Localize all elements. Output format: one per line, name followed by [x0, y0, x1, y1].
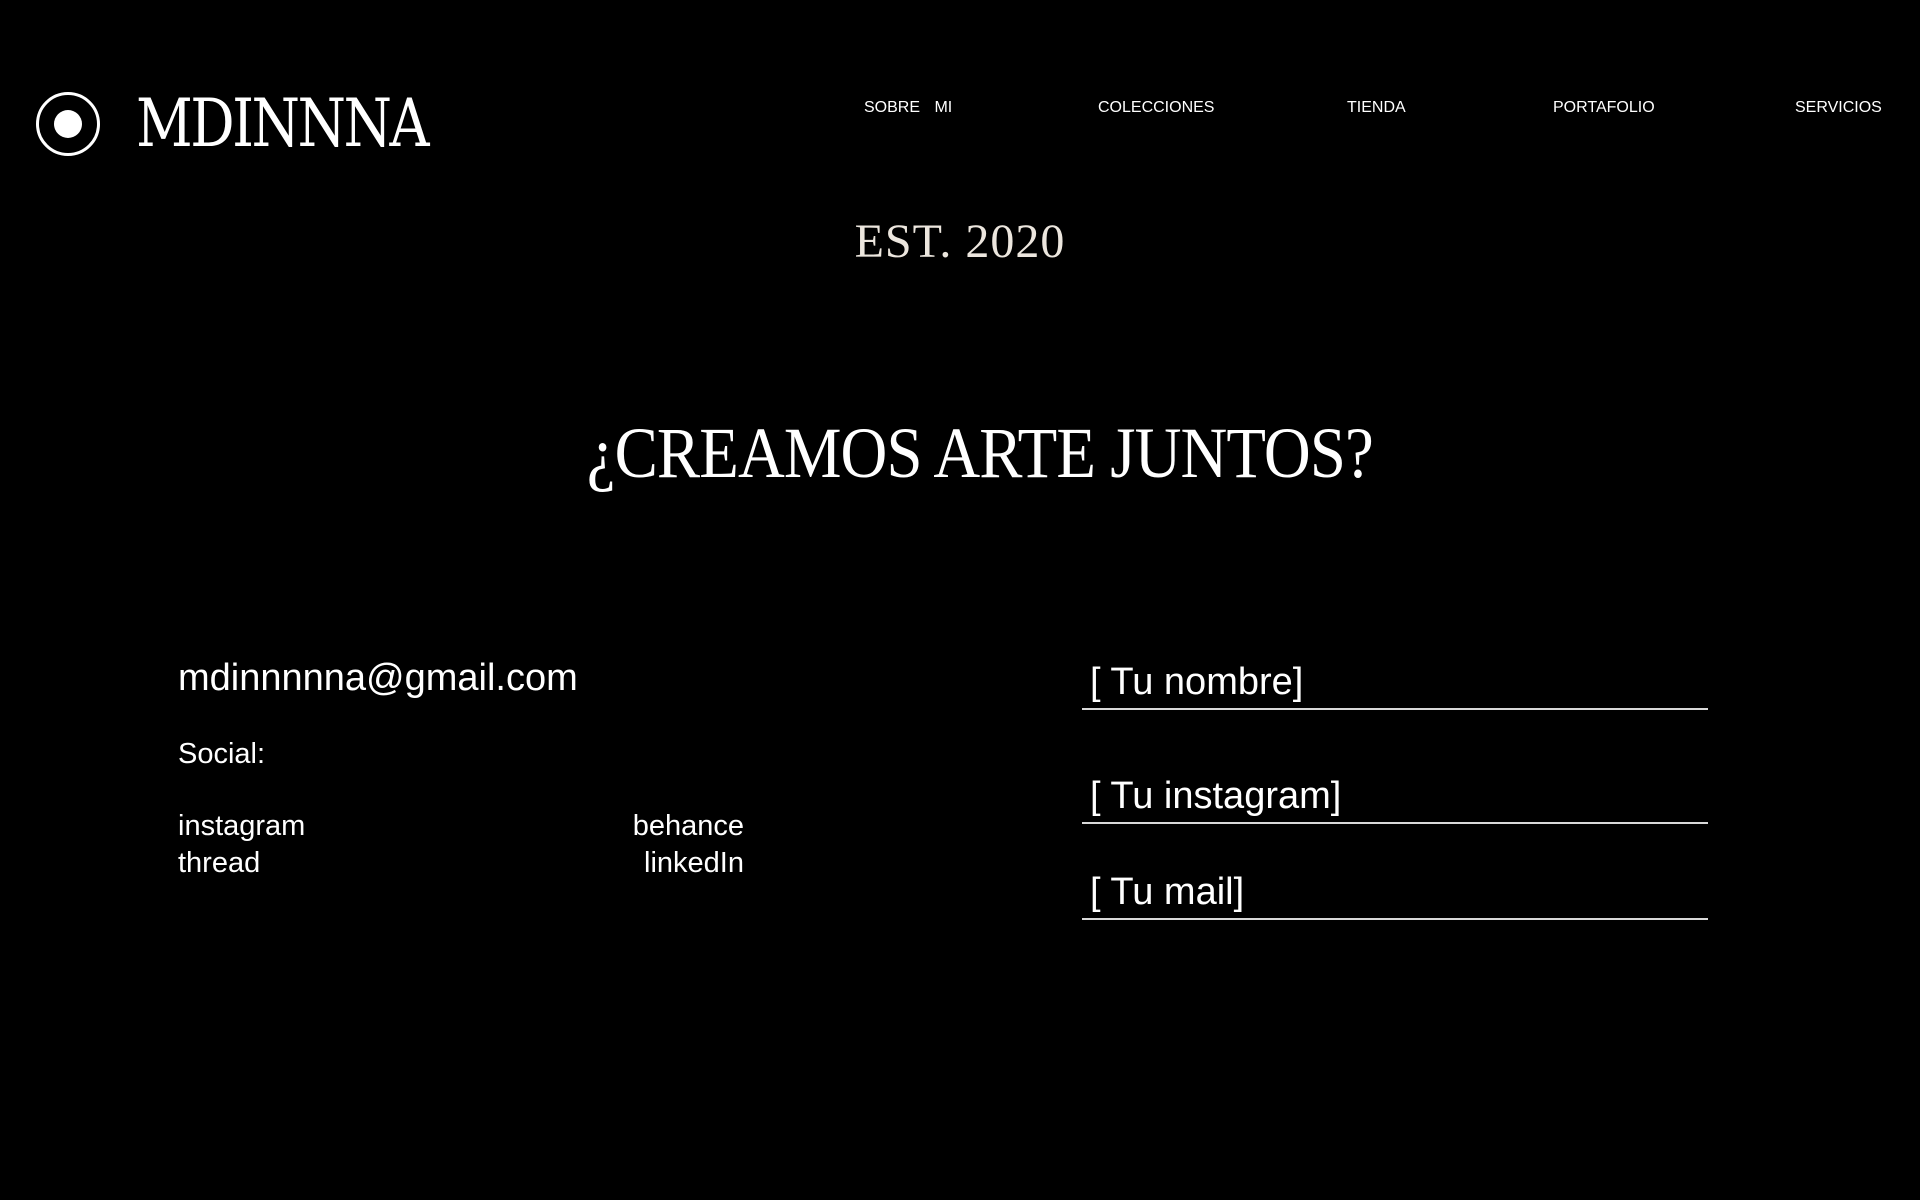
name-input[interactable]: [1082, 656, 1708, 710]
social-link-behance[interactable]: behance: [633, 808, 744, 844]
nav-item-colecciones[interactable]: COLECCIONES: [1098, 96, 1214, 120]
logo-dot: [54, 110, 82, 138]
brand-name[interactable]: MDINNNA: [136, 84, 430, 164]
nav-item-sobre-mi[interactable]: SOBRE MI: [864, 96, 952, 120]
social-label: Social:: [178, 738, 266, 770]
nav-item-tienda[interactable]: TIENDA: [1347, 96, 1406, 120]
social-link-linkedin[interactable]: linkedIn: [644, 845, 744, 881]
nav-item-servicios[interactable]: SERVICIOS: [1795, 96, 1882, 120]
social-link-instagram[interactable]: instagram: [178, 808, 305, 844]
established-year: EST. 2020: [854, 215, 1066, 268]
nav-item-portafolio[interactable]: PORTAFOLIO: [1553, 96, 1655, 120]
social-link-thread[interactable]: thread: [178, 845, 260, 881]
page-headline: ¿CREAMOS ARTE JUNTOS?: [586, 413, 1374, 493]
instagram-input[interactable]: [1082, 770, 1708, 824]
mail-input[interactable]: [1082, 866, 1708, 920]
contact-email-link[interactable]: mdinnnnna@gmail.com: [178, 654, 578, 702]
circle-dot-icon[interactable]: [36, 92, 100, 156]
